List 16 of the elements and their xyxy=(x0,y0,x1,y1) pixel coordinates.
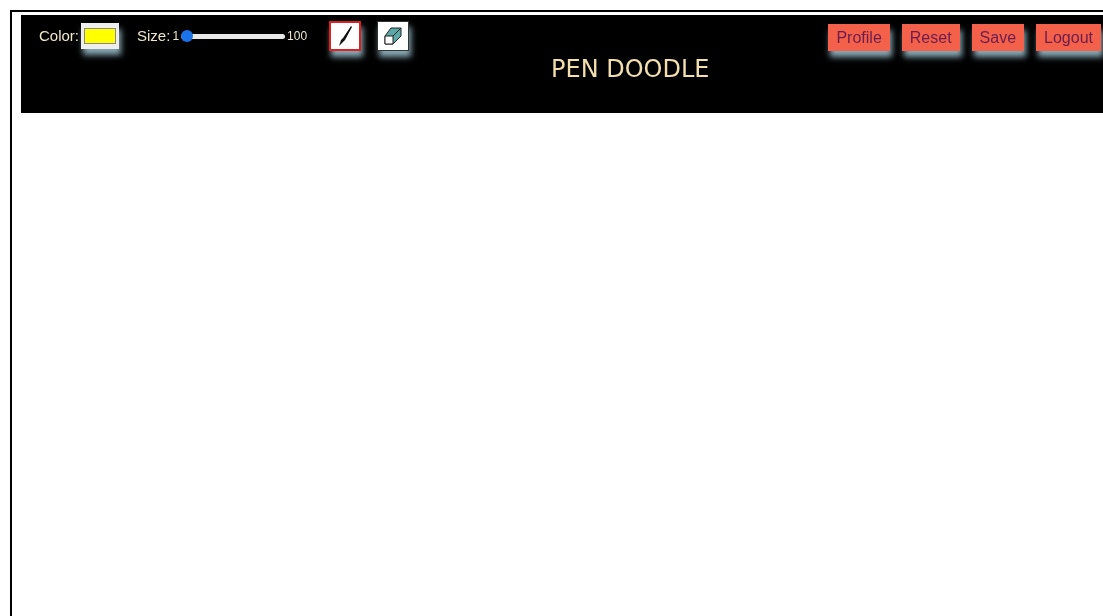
header-button[interactable]: Reset xyxy=(901,24,960,51)
slider-thumb[interactable] xyxy=(181,30,194,42)
color-label: Color: xyxy=(39,25,79,46)
header-button[interactable]: Save xyxy=(971,24,1025,51)
header-button[interactable]: Profile xyxy=(828,24,890,51)
color-picker[interactable] xyxy=(81,23,119,49)
brush-tool[interactable] xyxy=(329,21,362,51)
size-min: 1 xyxy=(172,28,180,45)
eraser-icon xyxy=(383,26,404,46)
size-max: 100 xyxy=(287,28,308,45)
header-button[interactable]: Logout xyxy=(1036,24,1101,51)
size-slider[interactable] xyxy=(181,30,286,42)
brush-icon xyxy=(337,25,354,47)
size-label: Size: xyxy=(137,25,171,46)
eraser-tool[interactable] xyxy=(377,21,410,51)
app-title: PEN DOODLE xyxy=(551,54,710,85)
